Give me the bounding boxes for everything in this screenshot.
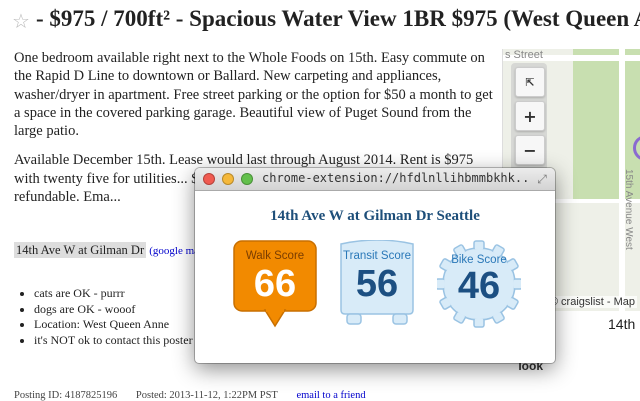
map-credit[interactable]: © craigslist - Map <box>547 296 637 308</box>
bike-score-badge[interactable]: Bike Score 46 <box>437 240 521 330</box>
close-window-button[interactable] <box>203 173 215 185</box>
walk-score-badge[interactable]: Walk Score 66 <box>233 240 317 330</box>
posting-title: - $975 / 700ft² - Spacious Water View 1B… <box>36 6 640 31</box>
popup-heading: 14th Ave W at Gilman Dr Seattle <box>270 208 480 224</box>
popup-url: chrome-extension://hfdlnllihbmmbkhk... <box>262 171 530 185</box>
popup-titlebar[interactable]: chrome-extension://hfdlnllihbmmbkhk... ⤢ <box>195 168 555 191</box>
map-caption: 14th <box>608 316 636 332</box>
map-address-text: 14th Ave W at Gilman Dr <box>14 242 147 258</box>
walk-score-value: 66 <box>253 263 297 305</box>
posting-footer: Posting ID: 4187825196 Posted: 2013-11-1… <box>14 390 382 401</box>
posting-title-bar: ☆ - $975 / 700ft² - Spacious Water View … <box>0 0 640 44</box>
walkscore-popup-window: chrome-extension://hfdlnllihbmmbkhk... ⤢… <box>195 168 555 363</box>
map-street-label: s Street <box>505 49 543 61</box>
map-zoom-in-button[interactable]: + <box>515 101 545 131</box>
body-paragraph-1: One bedroom available right next to the … <box>14 50 493 140</box>
transit-score-badge[interactable]: Transit Score 56 <box>335 240 419 330</box>
walk-score-label: Walk Score <box>245 250 305 262</box>
transit-score-value: 56 <box>355 263 399 305</box>
map-address: 14th Ave W at Gilman Dr (google map) <box>14 242 208 258</box>
minimize-window-button[interactable] <box>222 173 234 185</box>
posting-id: Posting ID: 4187825196 <box>14 390 118 401</box>
map-fullscreen-button[interactable]: ⇱ <box>515 67 545 97</box>
favorite-star-icon[interactable]: ☆ <box>12 9 30 33</box>
email-to-friend-link[interactable]: email to a friend <box>296 390 365 401</box>
transit-score-label: Transit Score <box>343 250 411 262</box>
posted-date: Posted: 2013-11-12, 1:22PM PST <box>135 390 278 401</box>
expand-icon[interactable]: ⤢ <box>535 172 549 186</box>
map-street-label-15th: 15th Avenue West <box>623 169 634 250</box>
zoom-window-button[interactable] <box>241 173 253 185</box>
map-zoom-out-button[interactable]: − <box>515 135 545 165</box>
expand-arrow-icon: ⇱ <box>525 75 535 89</box>
bike-score-value: 46 <box>457 265 501 307</box>
